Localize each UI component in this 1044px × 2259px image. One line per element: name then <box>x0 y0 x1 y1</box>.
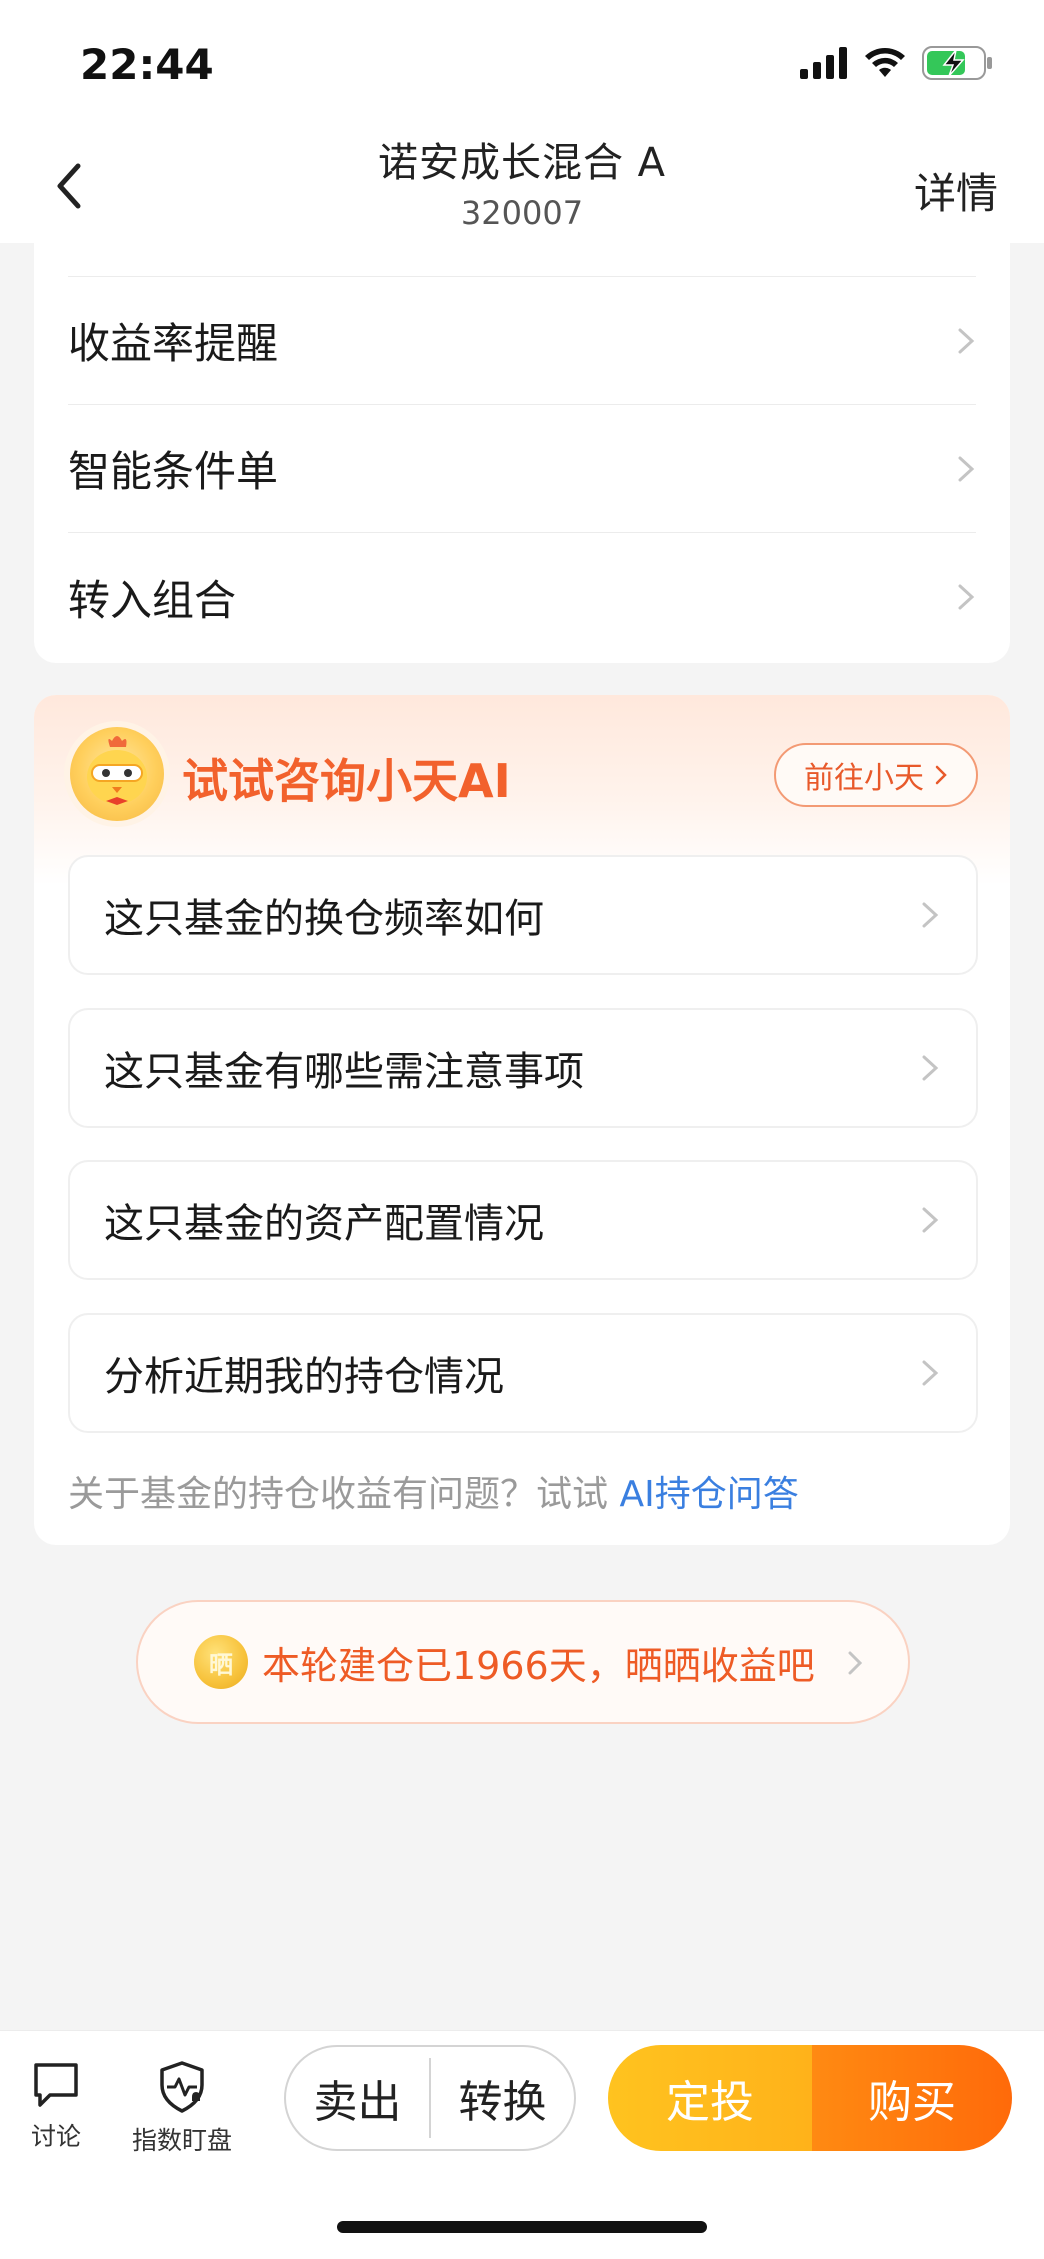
chevron-right-icon <box>922 1055 939 1081</box>
ai-question-item[interactable]: 这只基金的资产配置情况 <box>68 1160 978 1280</box>
ai-question-item[interactable]: 这只基金的换仓频率如何 <box>68 855 978 975</box>
go-to-ai-label: 前往小天 <box>804 761 924 796</box>
ai-assistant-card: 试试咨询小天AI 前往小天 这只基金的换仓频率如何 这只基金有哪些需注意事项 这… <box>34 695 1010 1545</box>
status-time: 22:44 <box>80 40 214 89</box>
discuss-label: 讨论 <box>30 2122 81 2151</box>
coin-icon: 晒 <box>194 1635 248 1689</box>
chevron-right-icon <box>922 1207 939 1233</box>
chevron-right-icon <box>958 328 975 353</box>
menu-item-smart-order[interactable]: 智能条件单 <box>68 405 976 533</box>
detail-link[interactable]: 详情 <box>914 160 998 221</box>
ai-question-item[interactable]: 这只基金有哪些需注意事项 <box>68 1008 978 1128</box>
convert-button[interactable]: 转换 <box>431 2066 574 2130</box>
go-to-ai-button[interactable]: 前往小天 <box>774 743 978 807</box>
ai-mascot-avatar <box>70 727 164 821</box>
settings-menu: 收益率提醒 智能条件单 转入组合 <box>34 243 1010 663</box>
page-title: 诺安成长混合 A <box>377 140 667 186</box>
share-earnings-banner[interactable]: 晒 本轮建仓已1966天，晒晒收益吧 <box>136 1600 910 1724</box>
question-label: 这只基金有哪些需注意事项 <box>104 1049 584 1095</box>
question-label: 这只基金的换仓频率如何 <box>104 896 544 942</box>
index-watch-label: 指数盯盘 <box>132 2126 233 2155</box>
signal-icon <box>800 47 847 79</box>
chat-bubble-icon <box>34 2063 78 2107</box>
menu-item-label: 收益率提醒 <box>68 319 279 368</box>
ai-question-item[interactable]: 分析近期我的持仓情况 <box>68 1313 978 1433</box>
fund-code: 320007 <box>460 194 584 232</box>
chevron-right-icon <box>848 1651 863 1675</box>
wifi-icon <box>865 48 905 77</box>
menu-item-yield-alert[interactable]: 收益率提醒 <box>68 277 976 405</box>
ai-card-title: 试试咨询小天AI <box>182 754 511 808</box>
question-label: 分析近期我的持仓情况 <box>104 1354 504 1400</box>
top-header: 22:44 诺安成长混合 A 320007 详情 <box>0 0 1044 243</box>
shield-pulse-icon <box>160 2061 204 2113</box>
ai-footer-text: 关于基金的持仓收益有问题？试试 AI持仓问答 <box>68 1465 799 1517</box>
home-indicator <box>337 2221 707 2233</box>
chevron-right-icon <box>958 584 975 610</box>
chevron-right-icon <box>922 1360 939 1386</box>
question-label: 这只基金的资产配置情况 <box>104 1201 544 1247</box>
buy-button[interactable]: 购买 <box>812 2045 1012 2151</box>
menu-item-transfer-portfolio[interactable]: 转入组合 <box>68 533 976 661</box>
ai-footer-prefix: 关于基金的持仓收益有问题？试试 <box>68 1474 609 1515</box>
menu-item-label: 智能条件单 <box>68 447 279 496</box>
status-icons <box>800 46 994 80</box>
discuss-button[interactable]: 讨论 <box>30 2059 82 2153</box>
chick-mascot-icon <box>87 736 147 805</box>
auto-invest-button[interactable]: 定投 <box>608 2045 812 2151</box>
menu-item-label: 转入组合 <box>68 575 237 625</box>
ai-holdings-qa-link[interactable]: AI持仓问答 <box>619 1474 798 1515</box>
chevron-right-icon <box>922 902 939 928</box>
index-watch-button[interactable]: 指数盯盘 <box>132 2059 232 2157</box>
sell-convert-group: 卖出 转换 <box>284 2045 576 2151</box>
sell-button[interactable]: 卖出 <box>286 2066 429 2130</box>
buy-button-group: 定投 购买 <box>608 2045 1012 2151</box>
share-earnings-text: 本轮建仓已1966天，晒晒收益吧 <box>262 1643 815 1688</box>
chevron-right-icon <box>935 765 947 785</box>
battery-charging-icon <box>922 46 992 80</box>
chevron-right-icon <box>958 456 975 481</box>
title-block: 诺安成长混合 A 320007 <box>0 130 1044 232</box>
